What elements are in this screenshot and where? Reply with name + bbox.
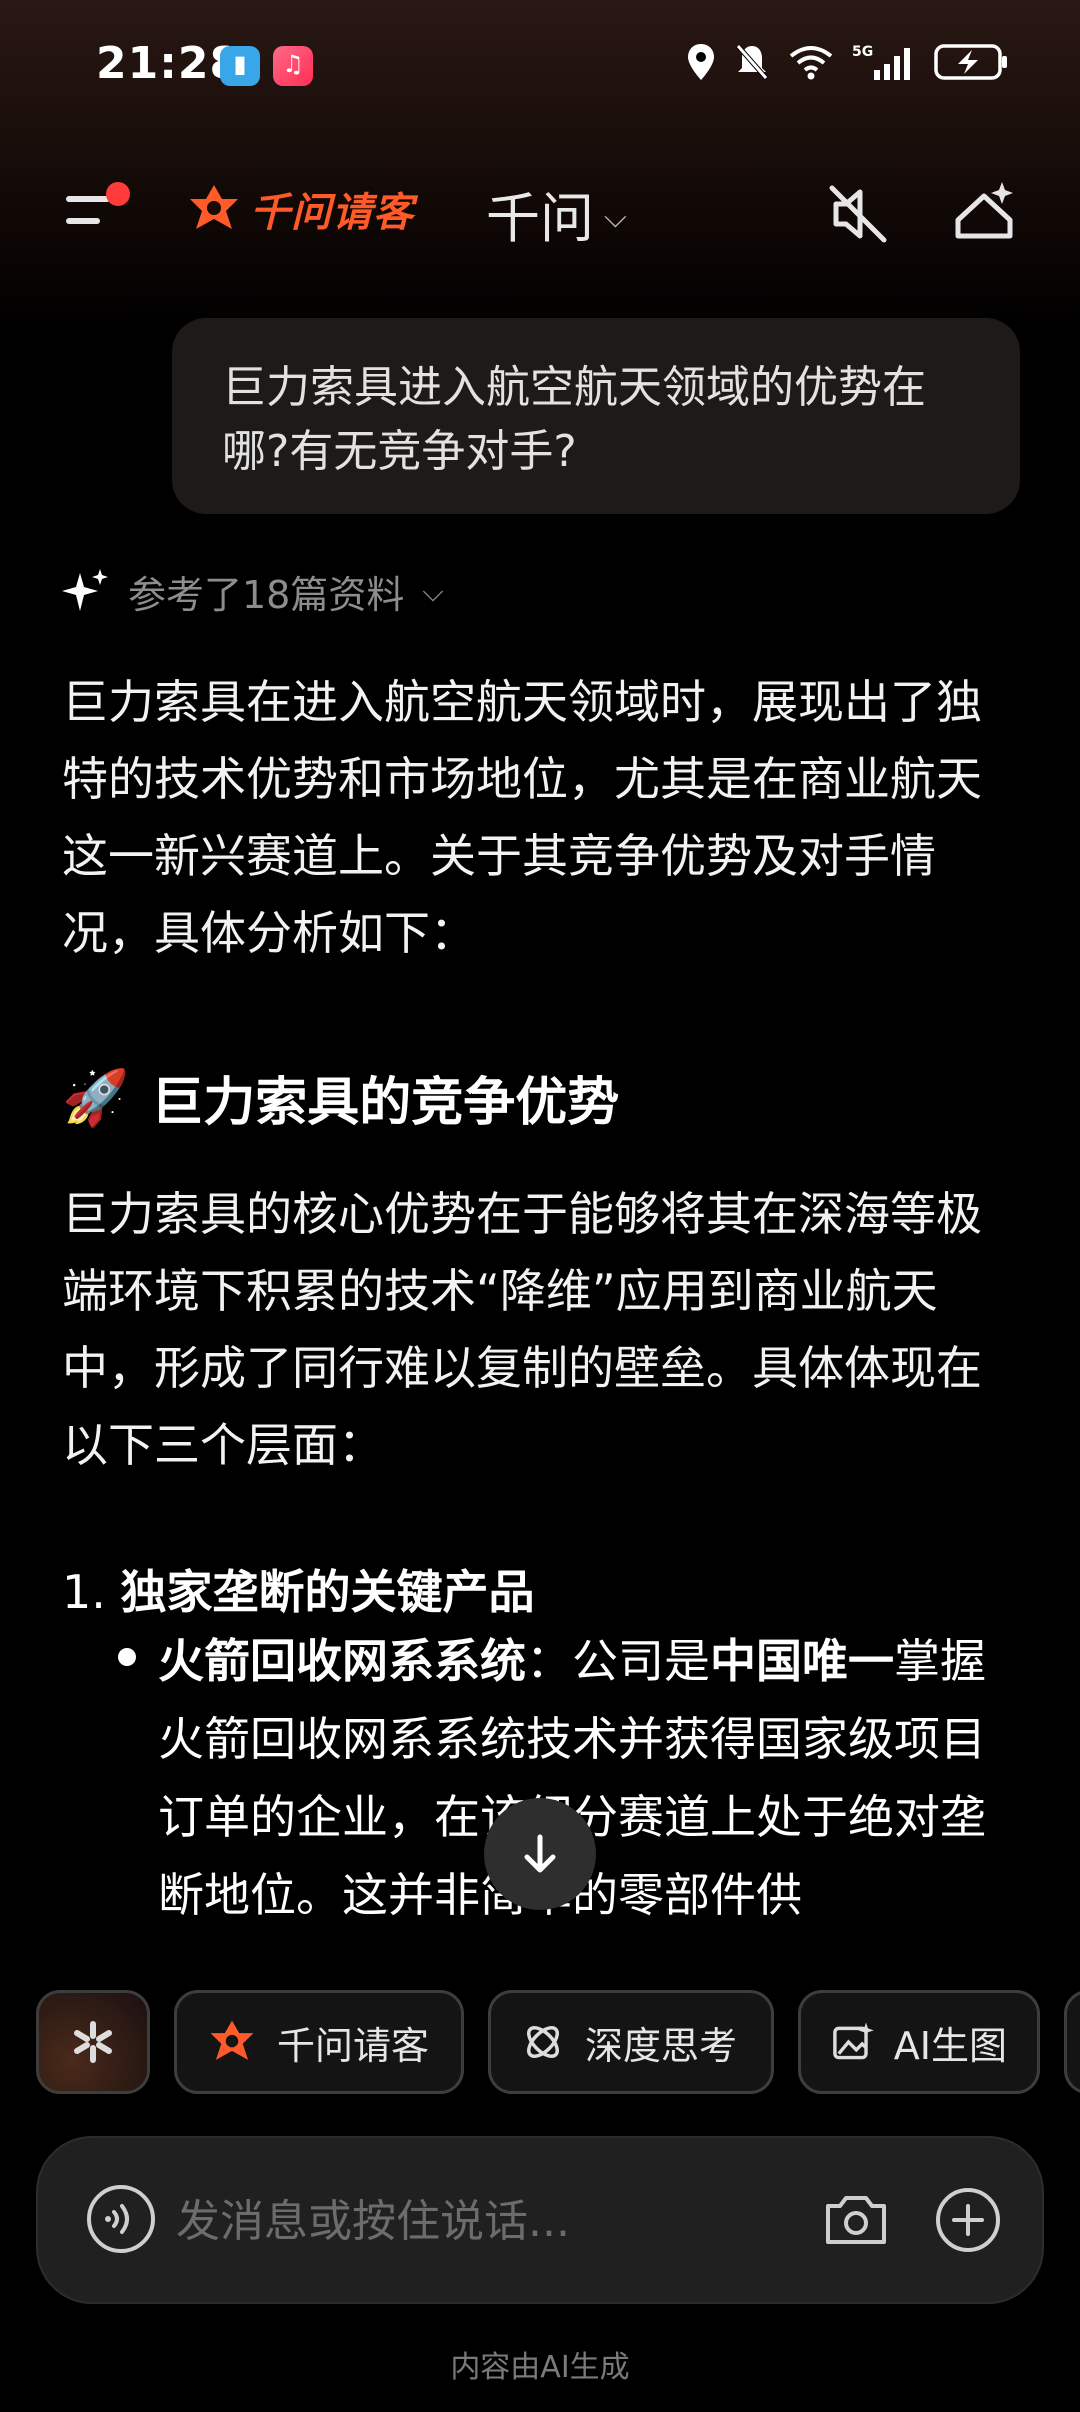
status-icons: 5G [686,42,1010,82]
section-heading: 🚀 巨力索具的竞争优势 [62,1060,619,1135]
location-icon [688,44,714,80]
bullet-dot [118,1648,136,1666]
camera-button[interactable] [818,2182,894,2258]
voice-input-button[interactable] [84,2182,158,2256]
references-text: 参考了18篇资料 [128,573,405,617]
image-gen-icon [833,2022,874,2060]
chip-ai-image[interactable]: AI生图 [798,1990,1040,2094]
user-message-bubble: 巨力索具进入航空航天领域的优势在哪?有无竞争对手? [172,318,1020,514]
list-item-title: 独家垄断的关键产品 [120,1565,535,1619]
quick-actions: 千问请客 深度思考 AI生图 [0,1990,1080,2102]
promo-brand-text: 千问请客 [250,190,414,236]
chip-assistant[interactable] [36,1990,150,2094]
music-app-icon: ♫ [273,46,313,86]
battery-icon [934,44,1007,80]
chevron-down-icon: ⌵ [604,200,627,235]
sparkle-icon [62,568,108,611]
promo-brand[interactable]: 千问请客 [186,180,414,238]
add-button[interactable] [930,2182,1006,2258]
references-toggle[interactable]: 参考了18篇资料 ⌵ [60,564,444,619]
status-bar: 21:28 ▮ ♫ 5G [0,0,1080,135]
chevron-down-icon: ⌵ [422,574,444,608]
signal-5g-icon: 5G [852,44,910,80]
answer-intro: 巨力索具在进入航空航天领域时，展现出了独特的技术优势和市场地位，尤其是在商业航天… [62,675,982,960]
arrow-down-icon [524,1834,556,1873]
message-input-bar [36,2136,1044,2304]
scroll-to-bottom-button[interactable] [484,1798,596,1910]
model-title: 千问 [486,187,594,250]
model-selector[interactable]: 千问 ⌵ [486,174,627,253]
menu-button[interactable] [66,182,130,238]
bullet-text: 火箭回收网系系统：公司是中国唯一掌握火箭回收网系系统技术并获得国家级项目订单的企… [158,1634,986,1922]
wifi-icon [789,46,833,80]
section-heading-text: 巨力索具的竞争优势 [151,1073,620,1133]
qianwen-logo-icon [190,185,238,229]
rocket-icon: 🚀 [62,1065,130,1129]
bell-muted-icon [736,44,768,80]
ai-disclaimer: 内容由AI生成 [450,2350,630,2385]
answer-paragraph: 巨力索具的核心优势在于能够将其在深海等极端环境下积累的技术“降维”应用到商业航天… [62,1187,982,1472]
message-input[interactable] [174,2188,738,2254]
books-app-icon: ▮ [220,46,260,86]
chip-deep-think[interactable]: 深度思考 [488,1990,774,2094]
svg-text:5G: 5G [852,44,873,60]
asterisk-icon [74,2021,112,2063]
app-header: 千问请客 千问 ⌵ [0,160,1080,260]
qianwen-logo-icon [210,2020,254,2060]
chip-qianwen-treat[interactable]: 千问请客 [174,1990,464,2094]
new-chat-button[interactable] [944,174,1024,254]
deep-think-icon [527,2026,559,2058]
list-number: 1. [62,1565,106,1619]
notification-dot [106,182,130,206]
chip-more[interactable] [1064,1990,1080,2094]
list-item-heading: 1. 独家垄断的关键产品 [62,1556,535,1622]
mute-button[interactable] [818,174,898,254]
